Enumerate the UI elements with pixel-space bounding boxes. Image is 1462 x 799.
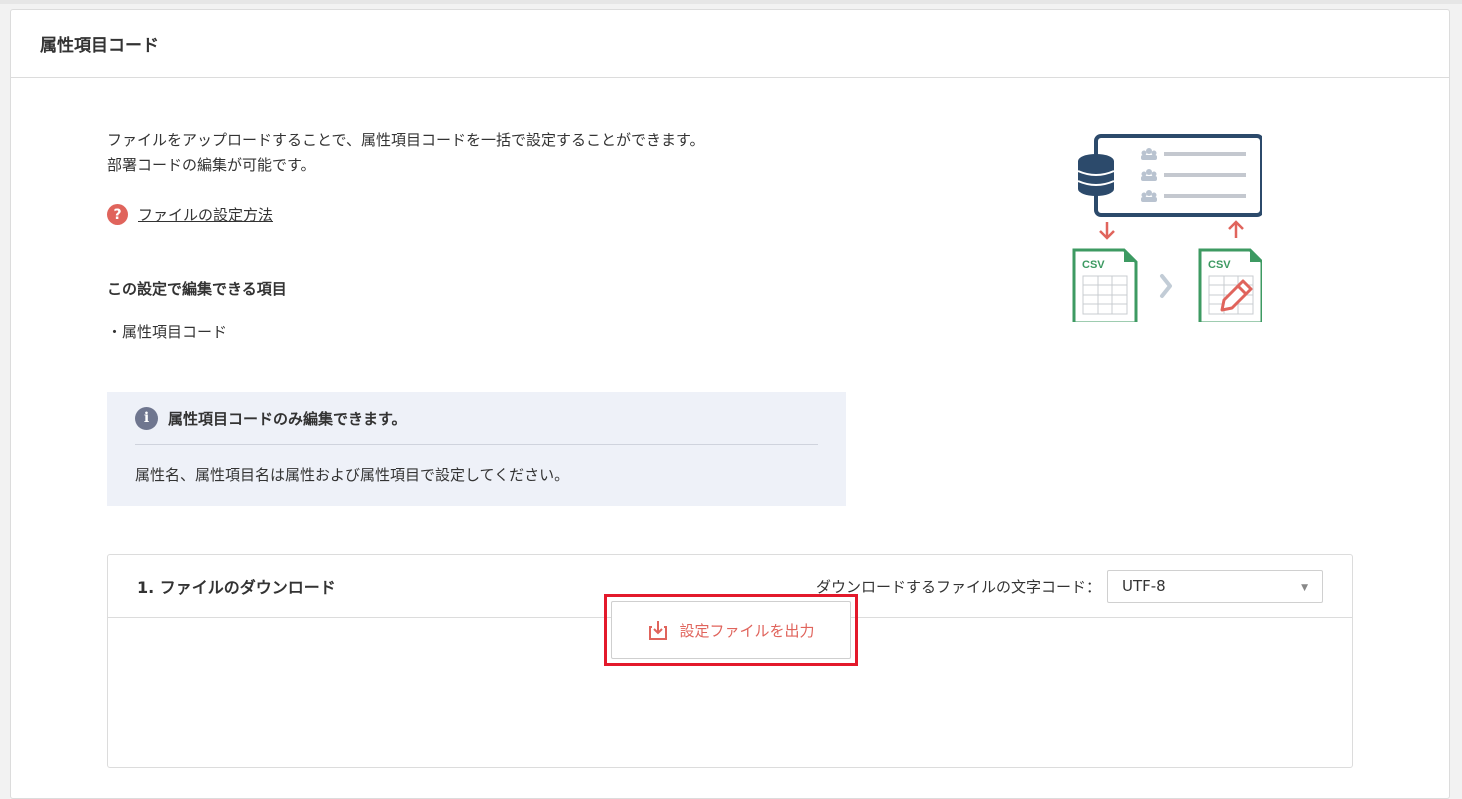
csv-file-icon: CSV	[1072, 248, 1138, 322]
editable-items-heading: この設定で編集できる項目	[107, 280, 287, 298]
csv-label: CSV	[1208, 259, 1231, 271]
info-title: 属性項目コードのみ編集できます。	[168, 409, 407, 428]
info-circle-icon: i	[135, 406, 158, 430]
encoding-row: ダウンロードするファイルの文字コード： UTF-8 ▼	[815, 569, 1323, 603]
export-settings-file-button[interactable]: 設定ファイルを出力	[611, 601, 851, 659]
users-icon	[1141, 148, 1157, 202]
info-header: i 属性項目コードのみ編集できます。	[135, 392, 818, 445]
editable-item: ・属性項目コード	[107, 323, 228, 341]
description: ファイルをアップロードすることで、属性項目コードを一括で設定することができます。…	[107, 128, 867, 178]
help-link-file-settings[interactable]: ファイルの設定方法	[138, 204, 273, 225]
csv-label: CSV	[1082, 259, 1105, 271]
chevron-right-icon	[1160, 274, 1172, 298]
download-panel: 1. ファイルのダウンロード ダウンロードするファイルの文字コード： UTF-8…	[107, 554, 1353, 768]
arrow-up-icon	[1228, 220, 1244, 238]
download-icon	[649, 621, 668, 640]
csv-upload-illustration: CSV CSV	[1072, 134, 1262, 322]
top-divider	[0, 0, 1462, 4]
info-box: i 属性項目コードのみ編集できます。 属性名、属性項目名は属性および属性項目で設…	[107, 392, 846, 506]
help-row: ? ファイルの設定方法	[107, 204, 273, 225]
database-icon	[1077, 154, 1115, 196]
page-title: 属性項目コード	[40, 36, 159, 56]
encoding-value: UTF-8	[1122, 577, 1166, 595]
caret-down-icon: ▼	[1301, 583, 1308, 593]
info-text: 属性名、属性項目名は属性および属性項目で設定してください。	[135, 466, 570, 484]
download-heading: 1. ファイルのダウンロード	[137, 578, 336, 597]
csv-edit-file-icon: CSV	[1198, 248, 1262, 322]
export-button-label: 設定ファイルを出力	[679, 621, 815, 640]
card-header: 属性項目コード	[11, 10, 1449, 78]
encoding-select[interactable]: UTF-8 ▼	[1107, 569, 1323, 603]
arrow-down-icon	[1099, 222, 1115, 240]
description-line-2: 部署コードの編集が可能です。	[107, 156, 316, 174]
encoding-label: ダウンロードするファイルの文字コード：	[815, 577, 1101, 596]
question-circle-icon: ?	[107, 204, 128, 225]
description-line-1: ファイルをアップロードすることで、属性項目コードを一括で設定することができます。	[107, 131, 705, 149]
main-card: 属性項目コード ファイルをアップロードすることで、属性項目コードを一括で設定する…	[10, 9, 1450, 799]
